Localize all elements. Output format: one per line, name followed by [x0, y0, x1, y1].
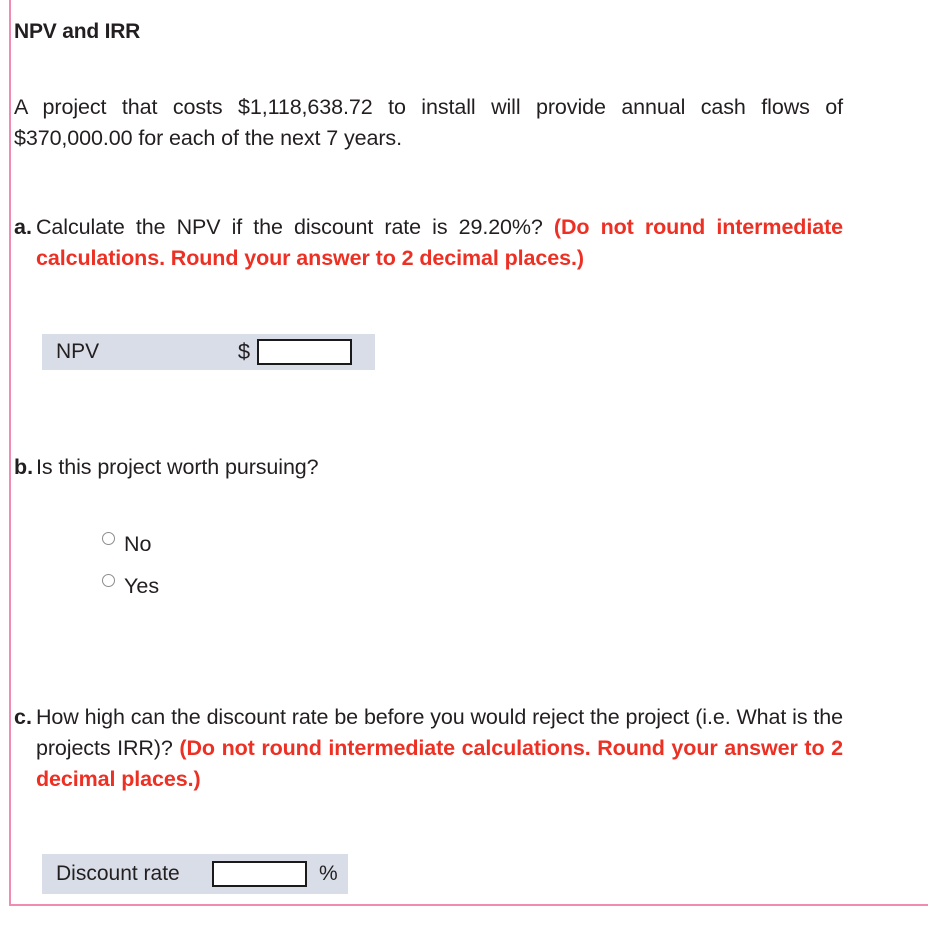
part-c: c. How high can the discount rate be bef…: [14, 607, 843, 795]
discount-rate-input-cell: [212, 854, 312, 894]
option-label-yes: Yes: [124, 574, 160, 598]
part-b: b. Is this project worth pursuing?: [14, 370, 843, 483]
radio-button-no[interactable]: [102, 531, 115, 545]
dollar-sign-icon: $: [231, 334, 257, 370]
question-container: NPV and IRR A project that costs $1,118,…: [9, 0, 928, 906]
option-label-no: No: [124, 532, 152, 556]
page-title: NPV and IRR: [14, 20, 141, 43]
question-intro-text: A project that costs $1,118,638.72 to in…: [14, 95, 843, 150]
part-b-options: No Yes: [14, 483, 843, 607]
part-b-letter: b.: [14, 455, 34, 479]
part-c-letter: c.: [14, 705, 32, 729]
discount-rate-answer-row: Discount rate %: [42, 854, 348, 894]
npv-label: NPV: [42, 334, 231, 370]
part-a: a. Calculate the NPV if the discount rat…: [14, 154, 843, 274]
table-row: Discount rate %: [42, 854, 348, 894]
option-row-no[interactable]: No: [102, 523, 843, 565]
option-row-yes[interactable]: Yes: [102, 565, 843, 607]
npv-input[interactable]: [257, 339, 352, 365]
question-inner: NPV and IRR A project that costs $1,118,…: [11, 0, 928, 904]
table-row: NPV $: [42, 334, 375, 370]
part-a-prompt: Calculate the NPV if the discount rate i…: [36, 215, 554, 239]
part-c-body: How high can the discount rate be before…: [36, 702, 843, 795]
discount-rate-input[interactable]: [212, 861, 307, 887]
npv-answer-row: NPV $: [42, 334, 375, 370]
part-a-body: Calculate the NPV if the discount rate i…: [36, 212, 843, 274]
radio-button-yes[interactable]: [102, 573, 115, 587]
npv-input-cell: [257, 334, 375, 370]
part-b-prompt: Is this project worth pursuing?: [36, 455, 319, 479]
discount-rate-label: Discount rate: [42, 854, 212, 894]
percent-sign-icon: %: [312, 854, 348, 894]
part-a-letter: a.: [14, 215, 32, 239]
